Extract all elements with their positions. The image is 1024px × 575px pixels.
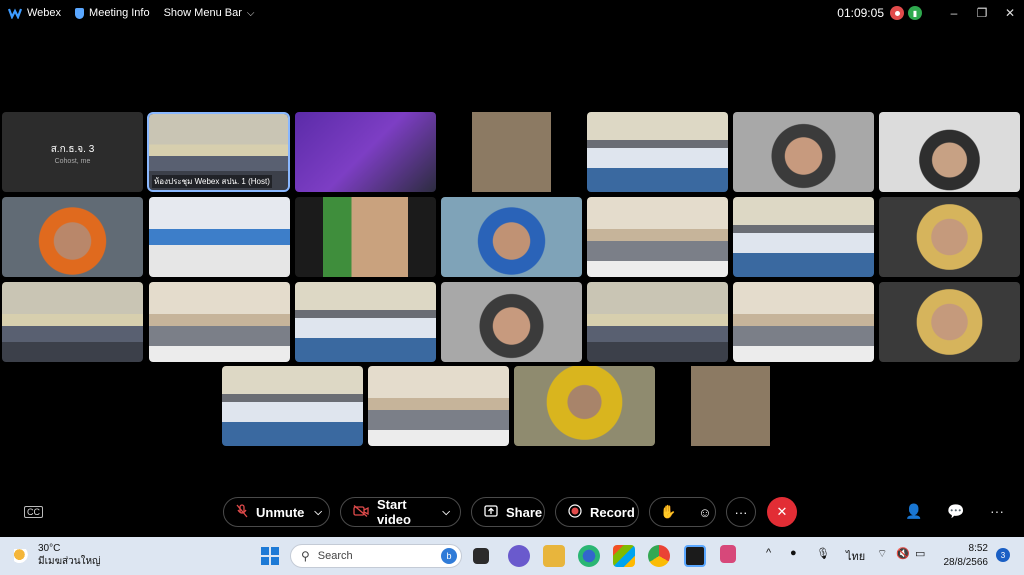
participant-tile-self[interactable]: ส.ก.ธ.จ. 3 Cohost, me: [2, 112, 143, 192]
network-health-icon[interactable]: ▮: [908, 6, 922, 20]
participants-icon[interactable]: 👤: [905, 503, 922, 520]
file-explorer-icon[interactable]: [543, 545, 565, 567]
chevron-up-icon[interactable]: ^: [766, 547, 771, 559]
share-screen-icon: [484, 504, 498, 520]
camera-off-icon: [353, 504, 369, 520]
participant-tile[interactable]: [879, 282, 1020, 362]
title-bar: Webex Meeting Info Show Menu Bar ⌵ 01:09…: [0, 0, 1024, 26]
leave-meeting-button[interactable]: ✕: [767, 497, 797, 527]
record-icon: [568, 503, 582, 521]
temperature: 30°C: [38, 543, 61, 554]
participant-tile[interactable]: [587, 197, 728, 277]
record-label: Record: [590, 504, 635, 520]
taskbar-search-input[interactable]: ⚲ Search b: [290, 544, 462, 568]
participant-tile[interactable]: [879, 197, 1020, 277]
record-button[interactable]: Record: [555, 497, 639, 527]
participant-tile[interactable]: [2, 282, 143, 362]
participant-tile[interactable]: [879, 112, 1020, 192]
participant-tile[interactable]: [149, 197, 290, 277]
microphone-muted-icon: [236, 503, 248, 521]
participant-tile-host[interactable]: ห้องประชุม Webex สปน. 1 (Host): [147, 112, 290, 192]
participant-tile[interactable]: [733, 282, 874, 362]
mic-muted-tray-icon[interactable]: 🎙: [816, 547, 830, 560]
close-window-button[interactable]: ✕: [996, 6, 1024, 20]
notification-badge[interactable]: 3: [996, 548, 1010, 562]
clock-time: 8:52: [968, 543, 988, 554]
chevron-down-icon[interactable]: ⌵: [314, 507, 322, 518]
shield-icon: [75, 7, 85, 19]
share-button[interactable]: Share: [471, 497, 545, 527]
webex-logo-icon: [7, 7, 23, 20]
tray-app-icon[interactable]: ●: [790, 547, 797, 559]
taskbar-clock[interactable]: 8:52 28/8/2566: [944, 542, 989, 570]
chevron-down-icon[interactable]: ⌵: [442, 507, 450, 518]
chevron-down-icon: ⌵: [246, 7, 255, 19]
meeting-info-button[interactable]: Meeting Info: [75, 7, 150, 19]
task-view-icon[interactable]: [473, 548, 489, 564]
show-menu-bar-button[interactable]: Show Menu Bar ⌵: [164, 7, 255, 19]
webex-taskbar-icon[interactable]: [684, 545, 706, 567]
participant-tile[interactable]: [149, 282, 290, 362]
input-language[interactable]: ไทย: [846, 547, 865, 565]
search-placeholder: Search: [317, 550, 353, 562]
search-icon: ⚲: [301, 549, 310, 563]
bing-icon[interactable]: b: [441, 548, 457, 564]
emoji-reaction-icon[interactable]: ☺: [698, 505, 711, 520]
speaker-muted-icon[interactable]: 🔇: [896, 547, 910, 560]
clock-date: 28/8/2566: [943, 557, 989, 568]
participant-tile[interactable]: [660, 366, 801, 446]
participant-tile[interactable]: [587, 282, 728, 362]
minimize-button[interactable]: –: [940, 6, 968, 20]
meeting-info-label: Meeting Info: [89, 7, 150, 19]
meeting-timer: 01:09:05: [837, 6, 884, 20]
participant-tile[interactable]: [441, 282, 582, 362]
meeting-controls: CC Unmute ⌵ Start video ⌵ Share Record ✋…: [0, 497, 1024, 529]
edge-browser-icon[interactable]: [578, 545, 600, 567]
participant-tile[interactable]: [733, 112, 874, 192]
panel-more-icon[interactable]: ···: [990, 503, 1004, 519]
participant-tile[interactable]: [295, 112, 436, 192]
participant-tile[interactable]: [514, 366, 655, 446]
more-options-button[interactable]: ···: [726, 497, 756, 527]
app-name: Webex: [27, 7, 62, 19]
windows-start-icon[interactable]: [259, 545, 281, 567]
start-video-label: Start video: [377, 497, 411, 527]
participant-tile[interactable]: [733, 197, 874, 277]
weather-cloud-icon: [14, 549, 32, 563]
snipping-tool-icon[interactable]: [720, 545, 736, 563]
wifi-icon[interactable]: ⌔: [877, 547, 887, 561]
chat-icon[interactable]: 💬: [947, 503, 964, 520]
weather-description: มีเมฆส่วนใหญ่: [38, 556, 101, 567]
participant-tile[interactable]: [222, 366, 363, 446]
participant-tile[interactable]: [2, 197, 143, 277]
show-menu-bar-label: Show Menu Bar: [163, 7, 242, 19]
battery-icon[interactable]: ▭: [915, 547, 925, 560]
self-role: Cohost, me: [54, 158, 91, 165]
weather-widget[interactable]: 30°C มีเมฆส่วนใหญ่: [14, 543, 101, 569]
host-label: ห้องประชุม Webex สปน. 1 (Host): [152, 175, 272, 188]
participant-tile[interactable]: [441, 197, 582, 277]
participant-tile[interactable]: [368, 366, 509, 446]
recording-indicator-icon[interactable]: [890, 6, 904, 20]
unmute-label: Unmute: [256, 504, 305, 520]
participant-tile[interactable]: [295, 197, 436, 277]
participant-tile[interactable]: [295, 282, 436, 362]
restore-button[interactable]: ❐: [968, 6, 996, 20]
start-video-button[interactable]: Start video ⌵: [340, 497, 461, 527]
webex-app[interactable]: Webex: [7, 7, 62, 20]
chrome-icon[interactable]: [648, 545, 670, 567]
share-label: Share: [506, 504, 543, 520]
title-bar-right: 01:09:05 ▮ – ❐ ✕: [837, 0, 1024, 26]
windows-taskbar: 30°C มีเมฆส่วนใหญ่ ⚲ Search b ^ ● 🎙 ไทย …: [0, 537, 1024, 575]
self-name: ส.ก.ธ.จ. 3: [50, 144, 95, 155]
participant-tile[interactable]: [587, 112, 728, 192]
captions-icon[interactable]: CC: [24, 506, 43, 518]
participant-tile[interactable]: [441, 112, 582, 192]
unmute-button[interactable]: Unmute ⌵: [223, 497, 330, 527]
raise-hand-icon[interactable]: ✋: [660, 504, 676, 520]
teams-chat-icon[interactable]: [508, 545, 530, 567]
store-icon[interactable]: [613, 545, 635, 567]
reactions-group: ✋ ☺: [649, 497, 716, 527]
